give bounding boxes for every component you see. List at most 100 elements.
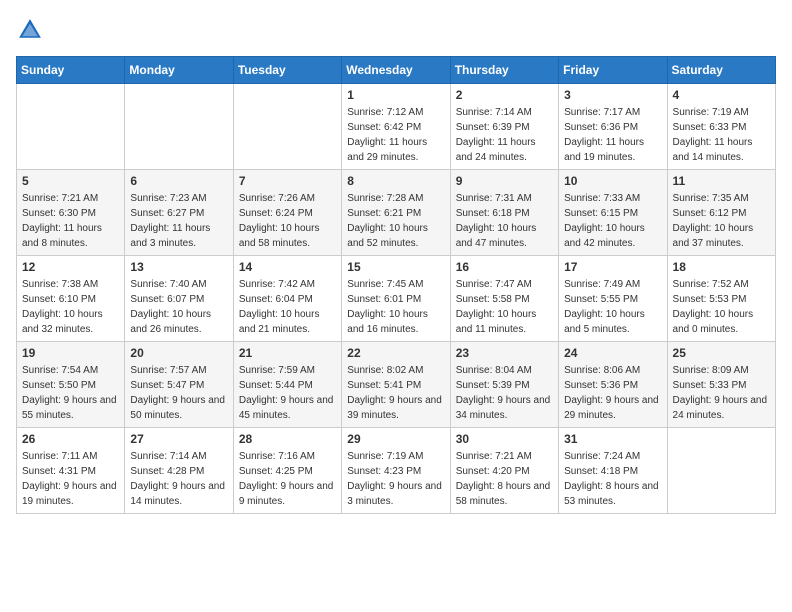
weekday-header-wednesday: Wednesday	[342, 57, 450, 84]
calendar-cell: 10 Sunrise: 7:33 AM Sunset: 6:15 PM Dayli…	[559, 170, 667, 256]
day-info: Sunrise: 7:11 AM Sunset: 4:31 PM Dayligh…	[22, 449, 119, 509]
day-info: Sunrise: 7:14 AM Sunset: 6:39 PM Dayligh…	[456, 105, 553, 165]
calendar-cell: 28 Sunrise: 7:16 AM Sunset: 4:25 PM Dayli…	[233, 428, 341, 514]
day-number: 10	[564, 174, 661, 188]
day-number: 18	[673, 260, 770, 274]
day-number: 17	[564, 260, 661, 274]
calendar-cell: 22 Sunrise: 8:02 AM Sunset: 5:41 PM Dayli…	[342, 342, 450, 428]
calendar-cell: 7 Sunrise: 7:26 AM Sunset: 6:24 PM Daylig…	[233, 170, 341, 256]
day-info: Sunrise: 7:23 AM Sunset: 6:27 PM Dayligh…	[130, 191, 227, 251]
day-number: 2	[456, 88, 553, 102]
calendar-cell: 18 Sunrise: 7:52 AM Sunset: 5:53 PM Dayli…	[667, 256, 775, 342]
day-info: Sunrise: 7:21 AM Sunset: 6:30 PM Dayligh…	[22, 191, 119, 251]
calendar-header-row: SundayMondayTuesdayWednesdayThursdayFrid…	[17, 57, 776, 84]
day-info: Sunrise: 7:40 AM Sunset: 6:07 PM Dayligh…	[130, 277, 227, 337]
calendar-cell: 20 Sunrise: 7:57 AM Sunset: 5:47 PM Dayli…	[125, 342, 233, 428]
day-info: Sunrise: 8:02 AM Sunset: 5:41 PM Dayligh…	[347, 363, 444, 423]
weekday-header-friday: Friday	[559, 57, 667, 84]
day-number: 7	[239, 174, 336, 188]
calendar-cell	[667, 428, 775, 514]
calendar-cell: 21 Sunrise: 7:59 AM Sunset: 5:44 PM Dayli…	[233, 342, 341, 428]
day-info: Sunrise: 7:54 AM Sunset: 5:50 PM Dayligh…	[22, 363, 119, 423]
day-info: Sunrise: 8:06 AM Sunset: 5:36 PM Dayligh…	[564, 363, 661, 423]
day-info: Sunrise: 7:42 AM Sunset: 6:04 PM Dayligh…	[239, 277, 336, 337]
day-info: Sunrise: 7:35 AM Sunset: 6:12 PM Dayligh…	[673, 191, 770, 251]
calendar-cell: 11 Sunrise: 7:35 AM Sunset: 6:12 PM Dayli…	[667, 170, 775, 256]
day-info: Sunrise: 7:14 AM Sunset: 4:28 PM Dayligh…	[130, 449, 227, 509]
logo-icon	[16, 16, 44, 44]
calendar-cell: 30 Sunrise: 7:21 AM Sunset: 4:20 PM Dayli…	[450, 428, 558, 514]
calendar-table: SundayMondayTuesdayWednesdayThursdayFrid…	[16, 56, 776, 514]
day-number: 23	[456, 346, 553, 360]
day-number: 31	[564, 432, 661, 446]
day-number: 19	[22, 346, 119, 360]
calendar-cell: 1 Sunrise: 7:12 AM Sunset: 6:42 PM Daylig…	[342, 84, 450, 170]
day-number: 26	[22, 432, 119, 446]
calendar-cell	[125, 84, 233, 170]
day-number: 29	[347, 432, 444, 446]
weekday-header-tuesday: Tuesday	[233, 57, 341, 84]
calendar-week-2: 5 Sunrise: 7:21 AM Sunset: 6:30 PM Daylig…	[17, 170, 776, 256]
calendar-cell: 4Sunrise: 7:19 AM Sunset: 6:33 PM Daylig…	[667, 84, 775, 170]
calendar-cell: 8Sunrise: 7:28 AM Sunset: 6:21 PM Daylig…	[342, 170, 450, 256]
day-number: 27	[130, 432, 227, 446]
day-info: Sunrise: 7:33 AM Sunset: 6:15 PM Dayligh…	[564, 191, 661, 251]
day-info: Sunrise: 7:16 AM Sunset: 4:25 PM Dayligh…	[239, 449, 336, 509]
day-info: Sunrise: 7:31 AM Sunset: 6:18 PM Dayligh…	[456, 191, 553, 251]
day-info: Sunrise: 7:12 AM Sunset: 6:42 PM Dayligh…	[347, 105, 444, 165]
calendar-cell: 31 Sunrise: 7:24 AM Sunset: 4:18 PM Dayli…	[559, 428, 667, 514]
day-number: 28	[239, 432, 336, 446]
calendar-cell: 25 Sunrise: 8:09 AM Sunset: 5:33 PM Dayli…	[667, 342, 775, 428]
calendar-cell: 5 Sunrise: 7:21 AM Sunset: 6:30 PM Daylig…	[17, 170, 125, 256]
calendar-week-5: 26 Sunrise: 7:11 AM Sunset: 4:31 PM Dayli…	[17, 428, 776, 514]
calendar-cell: 26 Sunrise: 7:11 AM Sunset: 4:31 PM Dayli…	[17, 428, 125, 514]
calendar-cell: 17Sunrise: 7:49 AM Sunset: 5:55 PM Dayli…	[559, 256, 667, 342]
calendar-cell: 23 Sunrise: 8:04 AM Sunset: 5:39 PM Dayli…	[450, 342, 558, 428]
day-number: 15	[347, 260, 444, 274]
logo	[16, 16, 48, 44]
day-number: 6	[130, 174, 227, 188]
day-number: 25	[673, 346, 770, 360]
calendar-cell: 15 Sunrise: 7:45 AM Sunset: 6:01 PM Dayli…	[342, 256, 450, 342]
day-number: 11	[673, 174, 770, 188]
day-info: Sunrise: 7:17 AM Sunset: 6:36 PM Dayligh…	[564, 105, 661, 165]
day-number: 16	[456, 260, 553, 274]
day-info: Sunrise: 7:57 AM Sunset: 5:47 PM Dayligh…	[130, 363, 227, 423]
day-number: 21	[239, 346, 336, 360]
day-info: Sunrise: 7:19 AM Sunset: 4:23 PM Dayligh…	[347, 449, 444, 509]
day-number: 22	[347, 346, 444, 360]
day-number: 5	[22, 174, 119, 188]
calendar-cell: 6 Sunrise: 7:23 AM Sunset: 6:27 PM Daylig…	[125, 170, 233, 256]
calendar-cell: 13Sunrise: 7:40 AM Sunset: 6:07 PM Dayli…	[125, 256, 233, 342]
day-number: 12	[22, 260, 119, 274]
page-header	[16, 16, 776, 44]
weekday-header-thursday: Thursday	[450, 57, 558, 84]
day-number: 1	[347, 88, 444, 102]
weekday-header-sunday: Sunday	[17, 57, 125, 84]
calendar-cell: 19 Sunrise: 7:54 AM Sunset: 5:50 PM Dayli…	[17, 342, 125, 428]
day-info: Sunrise: 7:28 AM Sunset: 6:21 PM Dayligh…	[347, 191, 444, 251]
calendar-cell	[17, 84, 125, 170]
day-info: Sunrise: 7:45 AM Sunset: 6:01 PM Dayligh…	[347, 277, 444, 337]
calendar-cell: 9 Sunrise: 7:31 AM Sunset: 6:18 PM Daylig…	[450, 170, 558, 256]
calendar-cell: 14Sunrise: 7:42 AM Sunset: 6:04 PM Dayli…	[233, 256, 341, 342]
day-number: 20	[130, 346, 227, 360]
day-info: Sunrise: 8:09 AM Sunset: 5:33 PM Dayligh…	[673, 363, 770, 423]
day-number: 3	[564, 88, 661, 102]
day-info: Sunrise: 7:47 AM Sunset: 5:58 PM Dayligh…	[456, 277, 553, 337]
day-info: Sunrise: 7:19 AM Sunset: 6:33 PM Dayligh…	[673, 105, 770, 165]
day-info: Sunrise: 7:26 AM Sunset: 6:24 PM Dayligh…	[239, 191, 336, 251]
day-info: Sunrise: 7:38 AM Sunset: 6:10 PM Dayligh…	[22, 277, 119, 337]
calendar-cell: 2 Sunrise: 7:14 AM Sunset: 6:39 PM Daylig…	[450, 84, 558, 170]
day-number: 30	[456, 432, 553, 446]
day-number: 24	[564, 346, 661, 360]
day-info: Sunrise: 7:21 AM Sunset: 4:20 PM Dayligh…	[456, 449, 553, 509]
calendar-cell: 3 Sunrise: 7:17 AM Sunset: 6:36 PM Daylig…	[559, 84, 667, 170]
day-number: 9	[456, 174, 553, 188]
calendar-cell	[233, 84, 341, 170]
calendar-week-1: 1 Sunrise: 7:12 AM Sunset: 6:42 PM Daylig…	[17, 84, 776, 170]
day-info: Sunrise: 7:24 AM Sunset: 4:18 PM Dayligh…	[564, 449, 661, 509]
day-info: Sunrise: 7:59 AM Sunset: 5:44 PM Dayligh…	[239, 363, 336, 423]
day-info: Sunrise: 8:04 AM Sunset: 5:39 PM Dayligh…	[456, 363, 553, 423]
day-info: Sunrise: 7:52 AM Sunset: 5:53 PM Dayligh…	[673, 277, 770, 337]
